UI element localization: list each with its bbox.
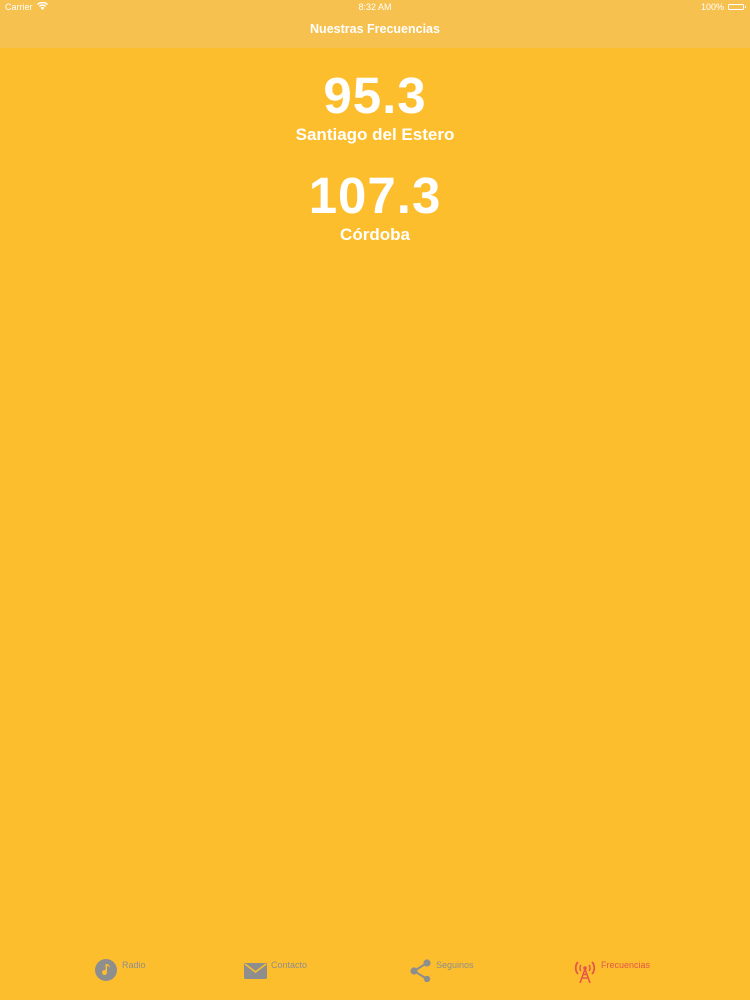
tab-frecuencias[interactable]: Frecuencias: [573, 958, 650, 984]
frequency-item: 107.3 Córdoba: [0, 168, 750, 246]
envelope-icon: [244, 958, 267, 982]
tab-radio[interactable]: Radio: [94, 958, 146, 982]
tab-frecuencias-label: Frecuencias: [601, 960, 651, 970]
battery-percentage: 100%: [700, 2, 724, 12]
tab-seguinos[interactable]: Seguinos: [409, 958, 474, 982]
frequency-city: Córdoba: [340, 225, 410, 244]
page-title: Nuestras Frecuencias: [310, 22, 440, 36]
tab-bar: Radio Contacto Seguinos Frecuencias: [0, 950, 750, 1000]
music-disc-icon: [94, 958, 118, 982]
status-time: 8:32 AM: [358, 2, 392, 12]
frequency-value: 95.3: [323, 67, 427, 124]
frequency-item: 95.3 Santiago del Estero: [0, 68, 750, 146]
battery-icon: [728, 4, 746, 10]
frequency-city: Santiago del Estero: [295, 125, 455, 144]
frequency-list: 95.3 Santiago del Estero 107.3 Córdoba: [0, 68, 750, 268]
antenna-icon: [573, 958, 597, 984]
share-icon: [409, 958, 432, 982]
tab-radio-label: Radio: [122, 960, 146, 970]
tab-seguinos-label: Seguinos: [436, 960, 474, 970]
frequency-value: 107.3: [308, 167, 442, 224]
tab-contacto[interactable]: Contacto: [244, 958, 307, 982]
status-right: 100%: [700, 0, 746, 14]
tab-contacto-label: Contacto: [271, 960, 308, 970]
status-bar: Carrier 8:32 AM 100%: [0, 0, 750, 14]
